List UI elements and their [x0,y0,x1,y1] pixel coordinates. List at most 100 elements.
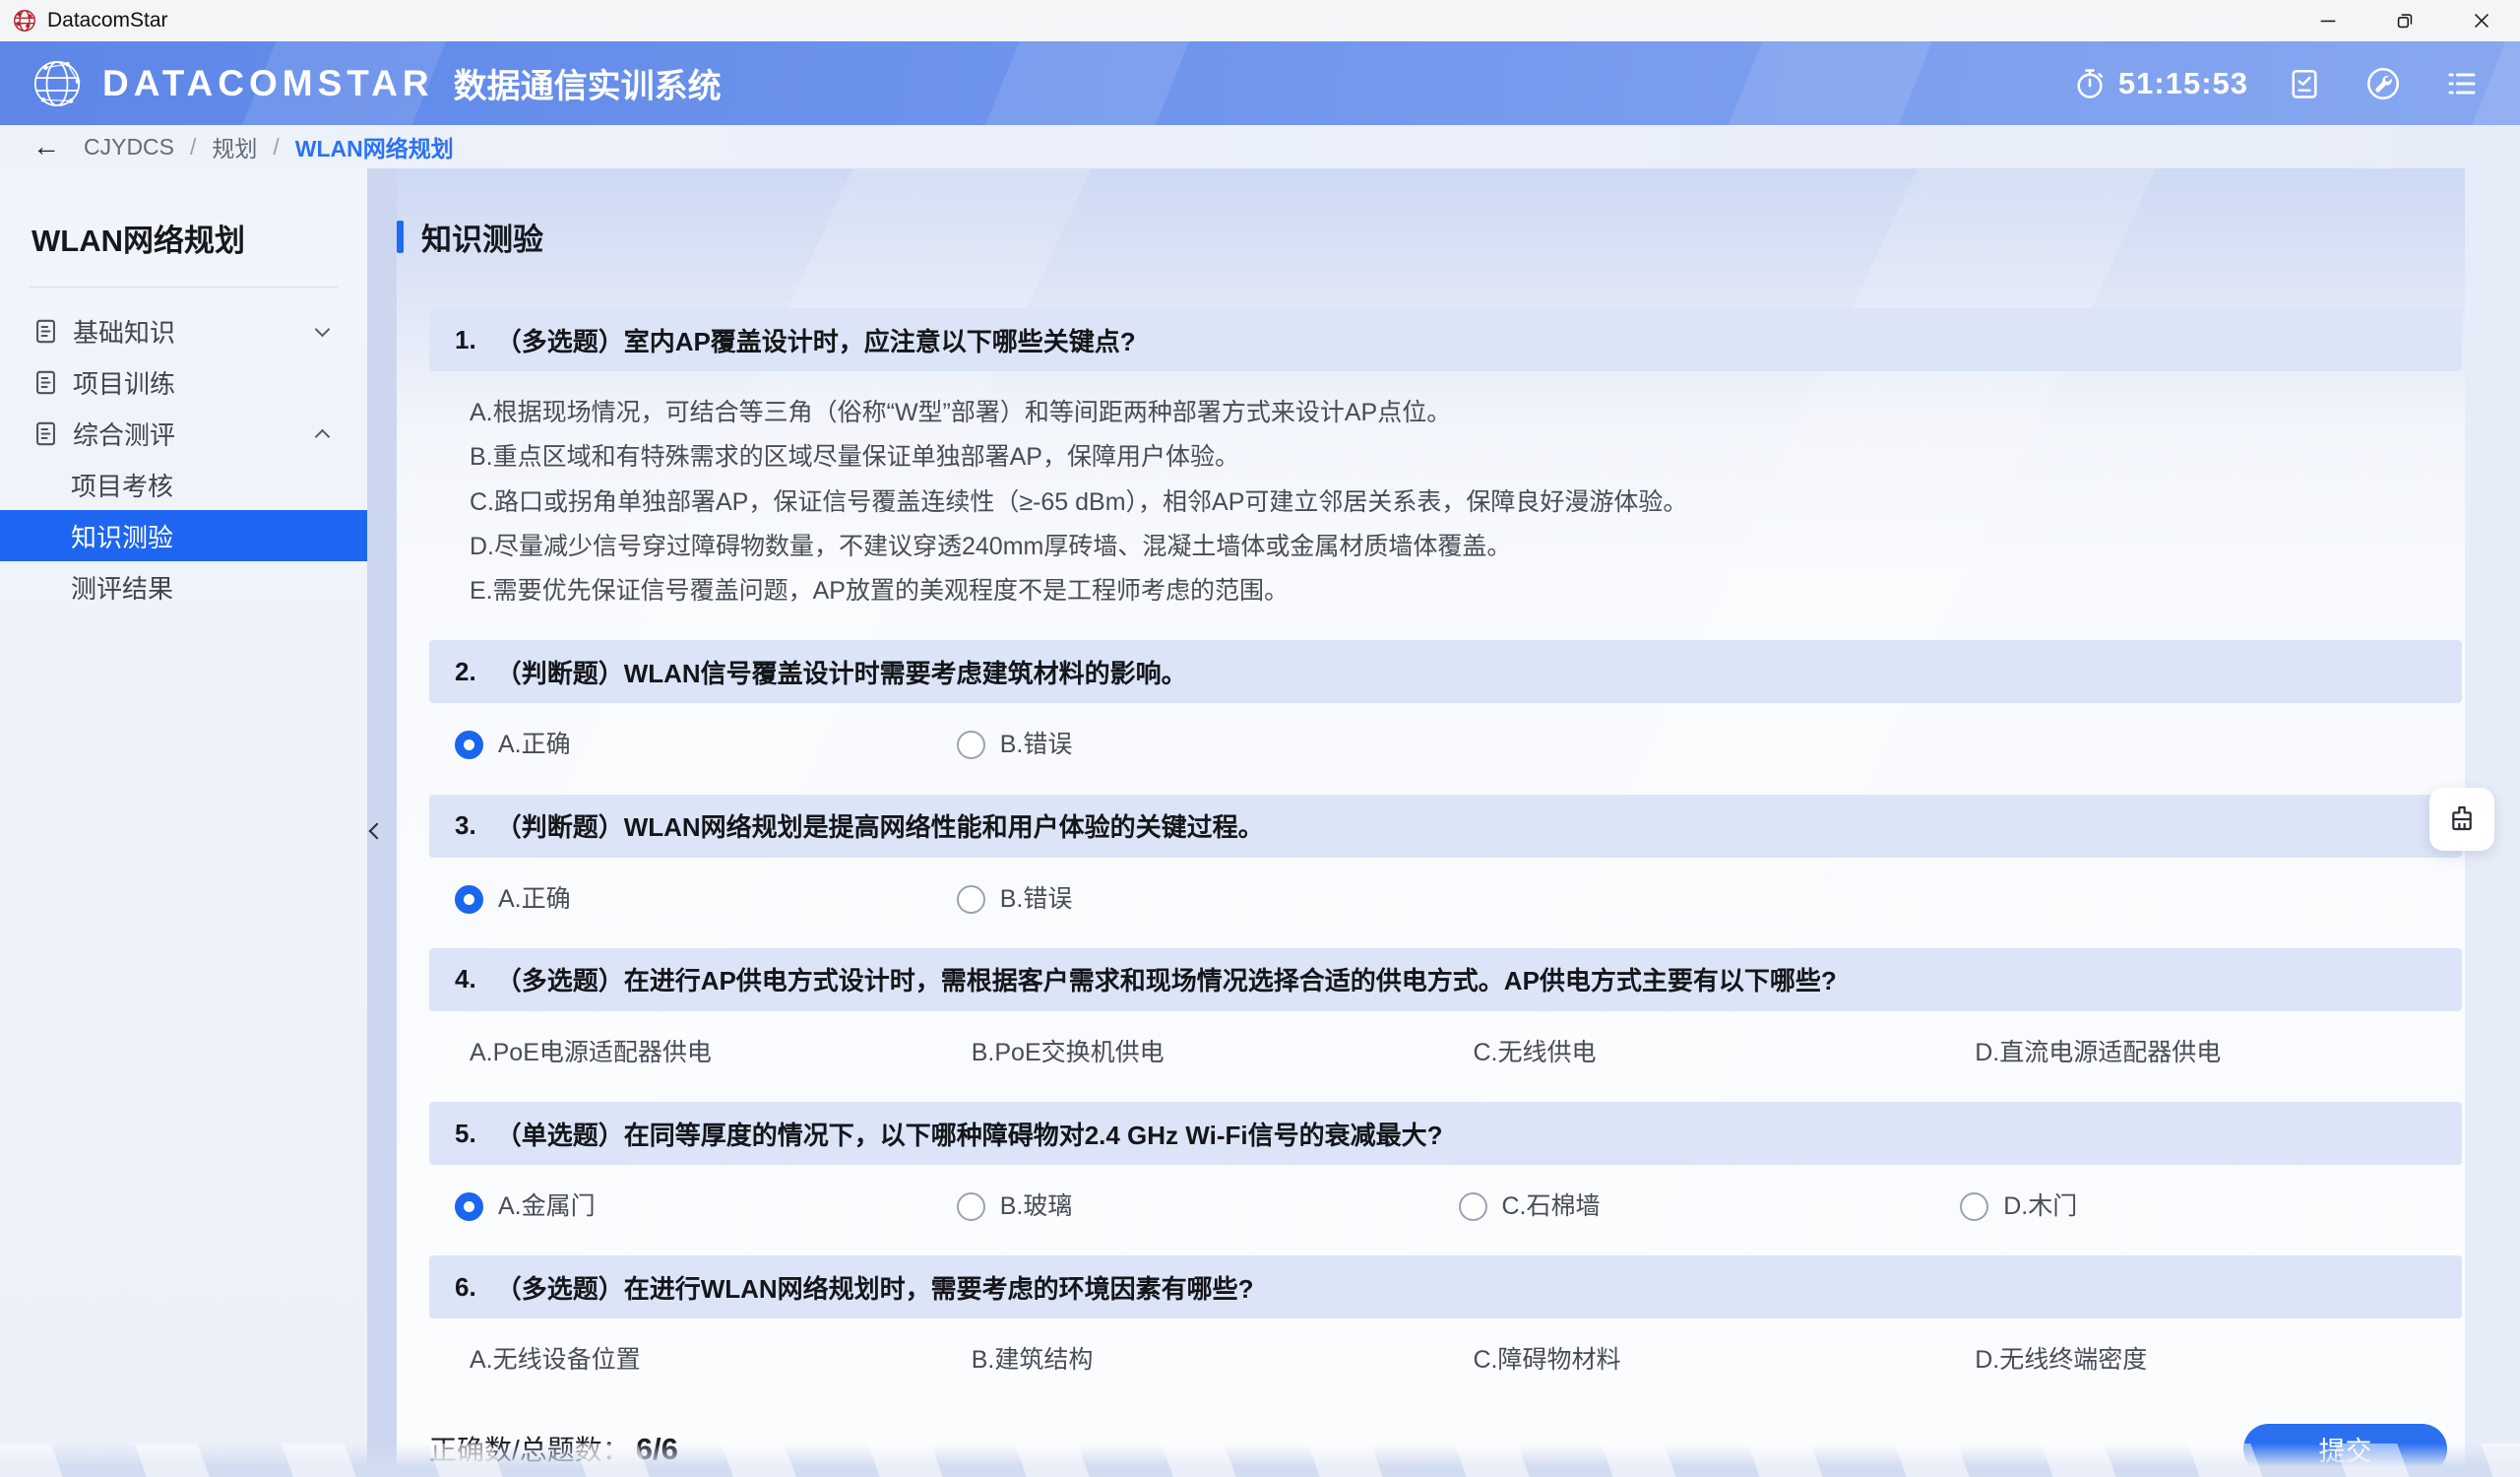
titlebar-app: DatacomStar [12,8,168,33]
option-item[interactable]: A.根据现场情况，可结合等三角（俗称“W型”部署）和等间距两种部署方式来设计AP… [455,398,2462,428]
option-item[interactable]: C.路口或拐角单独部署AP，保证信号覆盖连续性（≥-65 dBm），相邻AP可建… [455,487,2462,518]
radio-unchecked-icon[interactable] [957,1192,985,1221]
question-options: A.正确 B.错误 [429,730,2462,760]
os-titlebar: DatacomStar [0,0,2520,41]
sidebar-item-知识测验[interactable]: 知识测验 [0,510,367,561]
minimize-icon [2317,10,2339,32]
window-controls [2290,0,2520,41]
question-title: （多选题）在进行WLAN网络规划时，需要考虑的环境因素有哪些? [496,1269,1254,1306]
option-item[interactable]: E.需要优先保证信号覆盖问题，AP放置的美观程度不是工程师考虑的范围。 [455,576,2462,607]
breadcrumb-item[interactable]: 规划 [212,130,257,163]
radio-unchecked-icon[interactable] [1459,1192,1487,1221]
question-title: （单选题）在同等厚度的情况下，以下哪种障碍物对2.4 GHz Wi-Fi信号的衰… [496,1116,1443,1152]
sidebar-item-基础知识[interactable]: 基础知识 [0,305,367,356]
option-label: D.木门 [2003,1191,2077,1222]
score-value: 6/6 [636,1432,678,1466]
option-item[interactable]: A.PoE电源适配器供电 [455,1038,957,1068]
option-item[interactable]: A.正确 [455,730,957,760]
question-options: A.PoE电源适配器供电 B.PoE交换机供电 C.无线供电 D.直流电源适配器… [429,1038,2462,1068]
option-label: C.路口或拐角单独部署AP，保证信号覆盖连续性（≥-65 dBm），相邻AP可建… [470,487,1687,518]
option-label: A.金属门 [498,1191,596,1222]
body-area: WLAN网络规划 基础知识 项目训练 综合测评 项目考核 知识测验 测评结果 [0,168,2520,1477]
question-header: 4. （多选题）在进行AP供电方式设计时，需根据客户需求和现场情况选择合适的供电… [429,948,2462,1011]
option-item[interactable]: D.尽量减少信号穿过障碍物数量，不建议穿透240mm厚砖墙、混凝土墙体或金属材质… [455,532,2462,562]
chevron-left-icon[interactable] [369,823,386,840]
option-item[interactable]: C.石棉墙 [1459,1191,1961,1222]
question-title: （多选题）在进行AP供电方式设计时，需根据客户需求和现场情况选择合适的供电方式。… [496,961,1837,997]
option-label: B.错误 [1000,884,1073,915]
sidebar-item-项目训练[interactable]: 项目训练 [0,356,367,408]
option-item[interactable]: B.错误 [957,884,1459,915]
option-label: B.错误 [1000,730,1073,760]
back-arrow-icon[interactable]: ← [32,133,60,161]
sidebar-item-测评结果[interactable]: 测评结果 [0,561,367,612]
radio-checked-icon[interactable] [455,1192,483,1221]
minimize-button[interactable] [2290,0,2366,41]
sidebar-item-label: 综合测评 [73,416,175,452]
submit-button[interactable]: 提交 [2243,1424,2447,1474]
option-item[interactable]: A.正确 [455,884,957,915]
tools-icon [2364,65,2402,102]
radio-unchecked-icon[interactable] [957,731,985,759]
tools-button[interactable] [2361,61,2406,106]
app-logo-icon [12,8,37,33]
question-6: 6. （多选题）在进行WLAN网络规划时，需要考虑的环境因素有哪些? A.无线设… [429,1255,2462,1376]
question-options: A.无线设备位置 B.建筑结构 C.障碍物材料 D.无线终端密度 [429,1345,2462,1376]
option-item[interactable]: B.重点区域和有特殊需求的区域尽量保证单独部署AP，保障用户体验。 [455,442,2462,473]
sidebar-item-label: 知识测验 [71,518,173,554]
breadcrumb-separator: / [190,134,196,161]
option-item[interactable]: D.木门 [1960,1191,2462,1222]
globe-logo-icon [30,56,85,111]
option-item[interactable]: B.玻璃 [957,1191,1459,1222]
sidebar-item-项目考核[interactable]: 项目考核 [0,459,367,510]
question-1: 1. （多选题）室内AP覆盖设计时，应注意以下哪些关键点? A.根据现场情况，可… [429,308,2462,607]
question-title: （判断题）WLAN信号覆盖设计时需要考虑建筑材料的影响。 [496,654,1187,690]
option-label: D.直流电源适配器供电 [1975,1038,2221,1068]
option-label: E.需要优先保证信号覆盖问题，AP放置的美观程度不是工程师考虑的范围。 [470,576,1289,607]
question-number: 1. [455,325,476,355]
breadcrumb-separator: / [273,134,279,161]
question-number: 5. [455,1119,476,1149]
option-item[interactable]: C.无线供电 [1459,1038,1961,1068]
app-header: DATACOMSTAR 数据通信实训系统 51:15:53 [0,41,2520,125]
option-item[interactable]: A.金属门 [455,1191,957,1222]
question-header: 2. （判断题）WLAN信号覆盖设计时需要考虑建筑材料的影响。 [429,640,2462,703]
option-item[interactable]: C.障碍物材料 [1459,1345,1961,1376]
option-item[interactable]: B.错误 [957,730,1459,760]
radio-checked-icon[interactable] [455,885,483,914]
question-list: 1. （多选题）室内AP覆盖设计时，应注意以下哪些关键点? A.根据现场情况，可… [429,308,2462,1377]
close-button[interactable] [2443,0,2520,41]
breadcrumb-item[interactable]: CJYDCS [84,134,174,161]
chevron-down-icon [315,321,331,337]
option-label: A.根据现场情况，可结合等三角（俗称“W型”部署）和等间距两种部署方式来设计AP… [470,398,1451,428]
restore-button[interactable] [2366,0,2443,41]
option-item[interactable]: A.无线设备位置 [455,1345,957,1376]
sidebar-divider [30,287,338,288]
radio-unchecked-icon[interactable] [1960,1192,1988,1221]
sidebar: WLAN网络规划 基础知识 项目训练 综合测评 项目考核 知识测验 测评结果 [0,168,367,1477]
clear-tool-button[interactable] [2429,788,2494,851]
sidebar-nav: 基础知识 项目训练 综合测评 项目考核 知识测验 测评结果 [0,305,367,612]
option-item[interactable]: D.无线终端密度 [1960,1345,2462,1376]
timer: 51:15:53 [2073,66,2248,101]
option-item[interactable]: D.直流电源适配器供电 [1960,1038,2462,1068]
radio-checked-icon[interactable] [455,731,483,759]
quiz-footer: 正确数/总题数：6/6 提交 [429,1424,2462,1474]
question-number: 4. [455,964,476,995]
menu-list-button[interactable] [2439,61,2485,106]
document-icon [32,369,59,396]
question-3: 3. （判断题）WLAN网络规划是提高网络性能和用户体验的关键过程。 A.正确 … [429,795,2462,915]
option-label: D.无线终端密度 [1975,1345,2147,1376]
brush-icon [2446,803,2478,835]
brand: DATACOMSTAR 数据通信实训系统 [30,56,722,111]
radio-unchecked-icon[interactable] [957,885,985,914]
question-header: 3. （判断题）WLAN网络规划是提高网络性能和用户体验的关键过程。 [429,795,2462,858]
option-item[interactable]: B.建筑结构 [957,1345,1459,1376]
question-options: A.根据现场情况，可结合等三角（俗称“W型”部署）和等间距两种部署方式来设计AP… [429,398,2462,607]
option-label: C.石棉墙 [1502,1191,1601,1222]
option-item[interactable]: B.PoE交换机供电 [957,1038,1459,1068]
sidebar-item-综合测评[interactable]: 综合测评 [0,408,367,459]
report-button[interactable] [2282,61,2327,106]
question-header: 5. （单选题）在同等厚度的情况下，以下哪种障碍物对2.4 GHz Wi-Fi信… [429,1102,2462,1165]
breadcrumb-items: CJYDCS/规划/WLAN网络规划 [84,130,454,163]
